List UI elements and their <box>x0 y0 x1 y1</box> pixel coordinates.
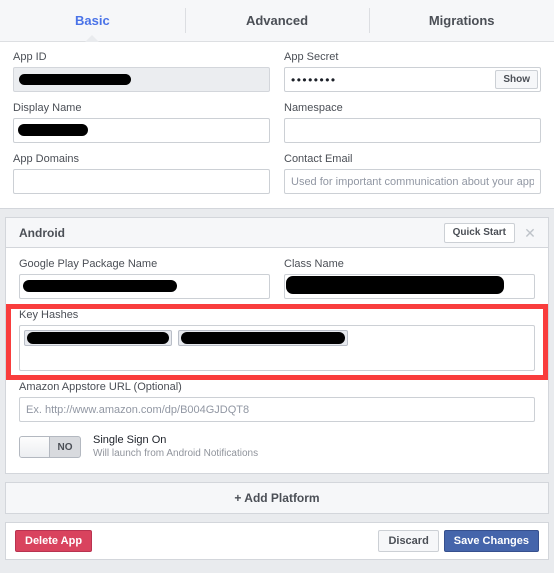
key-hash-token-redaction <box>181 332 345 344</box>
platform-card-android: Android Quick Start ✕ Google Play Packag… <box>5 217 549 474</box>
contact-email-input[interactable] <box>284 169 541 194</box>
package-name-input[interactable] <box>19 274 270 299</box>
namespace-label: Namespace <box>284 102 343 114</box>
single-sign-on-toggle[interactable]: NO <box>19 436 81 458</box>
settings-footer: Delete App Discard Save Changes <box>5 522 549 560</box>
form-row-android-names: Google Play Package Name Class Name <box>19 257 535 299</box>
display-name-wrap <box>13 118 270 143</box>
contact-email-label: Contact Email <box>284 153 353 165</box>
app-id-wrap <box>13 67 270 92</box>
namespace-input[interactable] <box>284 118 541 143</box>
key-hash-token-redaction <box>27 332 169 344</box>
app-domains-label: App Domains <box>13 153 80 165</box>
tab-advanced[interactable]: Advanced <box>184 0 370 41</box>
key-hash-token[interactable] <box>178 330 348 346</box>
class-name-wrap <box>284 274 535 299</box>
tab-advanced-label: Advanced <box>245 13 309 28</box>
field-key-hashes: Key Hashes <box>6 304 548 380</box>
class-name-label: Class Name <box>284 258 344 270</box>
field-app-id: App ID <box>13 50 270 92</box>
app-secret-wrap: Show <box>284 67 541 92</box>
tab-basic-label: Basic <box>74 13 110 28</box>
single-sign-on-text: Single Sign On Will launch from Android … <box>93 433 258 461</box>
form-row-ids: App ID App Secret Show <box>13 50 541 92</box>
app-id-input[interactable] <box>13 67 270 92</box>
settings-tabbar: Basic Advanced Migrations <box>0 0 554 42</box>
field-class-name: Class Name <box>284 257 535 299</box>
field-namespace: Namespace <box>284 101 541 143</box>
discard-button[interactable]: Discard <box>378 530 439 552</box>
field-contact-email: Contact Email <box>284 152 541 194</box>
single-sign-on-subtitle: Will launch from Android Notifications <box>93 448 259 459</box>
package-name-label: Google Play Package Name <box>19 258 158 270</box>
form-row-domains: App Domains Contact Email <box>13 152 541 194</box>
app-settings-page: Basic Advanced Migrations App ID App Sec… <box>0 0 554 573</box>
close-icon[interactable]: ✕ <box>521 226 539 240</box>
key-hashes-input[interactable] <box>19 325 535 371</box>
form-row-name: Display Name Namespace <box>13 101 541 143</box>
quick-start-button[interactable]: Quick Start <box>443 222 515 243</box>
toggle-knob <box>20 437 50 457</box>
key-hash-token[interactable] <box>24 330 172 346</box>
tab-basic[interactable]: Basic <box>0 0 185 42</box>
amazon-url-label: Amazon Appstore URL (Optional) <box>19 381 182 393</box>
package-name-wrap <box>19 274 270 299</box>
basic-settings-card: App ID App Secret Show Display Name <box>0 42 554 209</box>
show-app-secret-button[interactable]: Show <box>495 70 538 89</box>
app-secret-label: App Secret <box>284 51 339 63</box>
class-name-input[interactable] <box>284 274 535 299</box>
platform-title: Android <box>19 225 65 240</box>
active-tab-caret-icon <box>85 35 100 42</box>
display-name-input[interactable] <box>13 118 270 143</box>
single-sign-on-title: Single Sign On <box>93 434 167 446</box>
key-hashes-label: Key Hashes <box>19 309 79 321</box>
platform-body: Google Play Package Name Class Name Key … <box>6 248 548 473</box>
save-changes-button[interactable]: Save Changes <box>443 530 539 552</box>
tab-migrations[interactable]: Migrations <box>369 0 554 41</box>
delete-app-button[interactable]: Delete App <box>15 530 93 552</box>
platform-header: Android Quick Start ✕ <box>6 218 548 248</box>
app-domains-input[interactable] <box>13 169 270 194</box>
field-app-domains: App Domains <box>13 152 270 194</box>
amazon-url-input[interactable] <box>19 397 535 422</box>
toggle-value: NO <box>57 441 73 453</box>
display-name-label: Display Name <box>13 102 82 114</box>
app-id-label: App ID <box>13 51 47 63</box>
field-amazon-url: Amazon Appstore URL (Optional) <box>19 380 535 422</box>
add-platform-button[interactable]: + Add Platform <box>5 482 549 514</box>
tab-migrations-label: Migrations <box>428 13 495 28</box>
field-package-name: Google Play Package Name <box>19 257 270 299</box>
field-display-name: Display Name <box>13 101 270 143</box>
field-app-secret: App Secret Show <box>284 50 541 92</box>
single-sign-on-row: NO Single Sign On Will launch from Andro… <box>19 433 535 461</box>
